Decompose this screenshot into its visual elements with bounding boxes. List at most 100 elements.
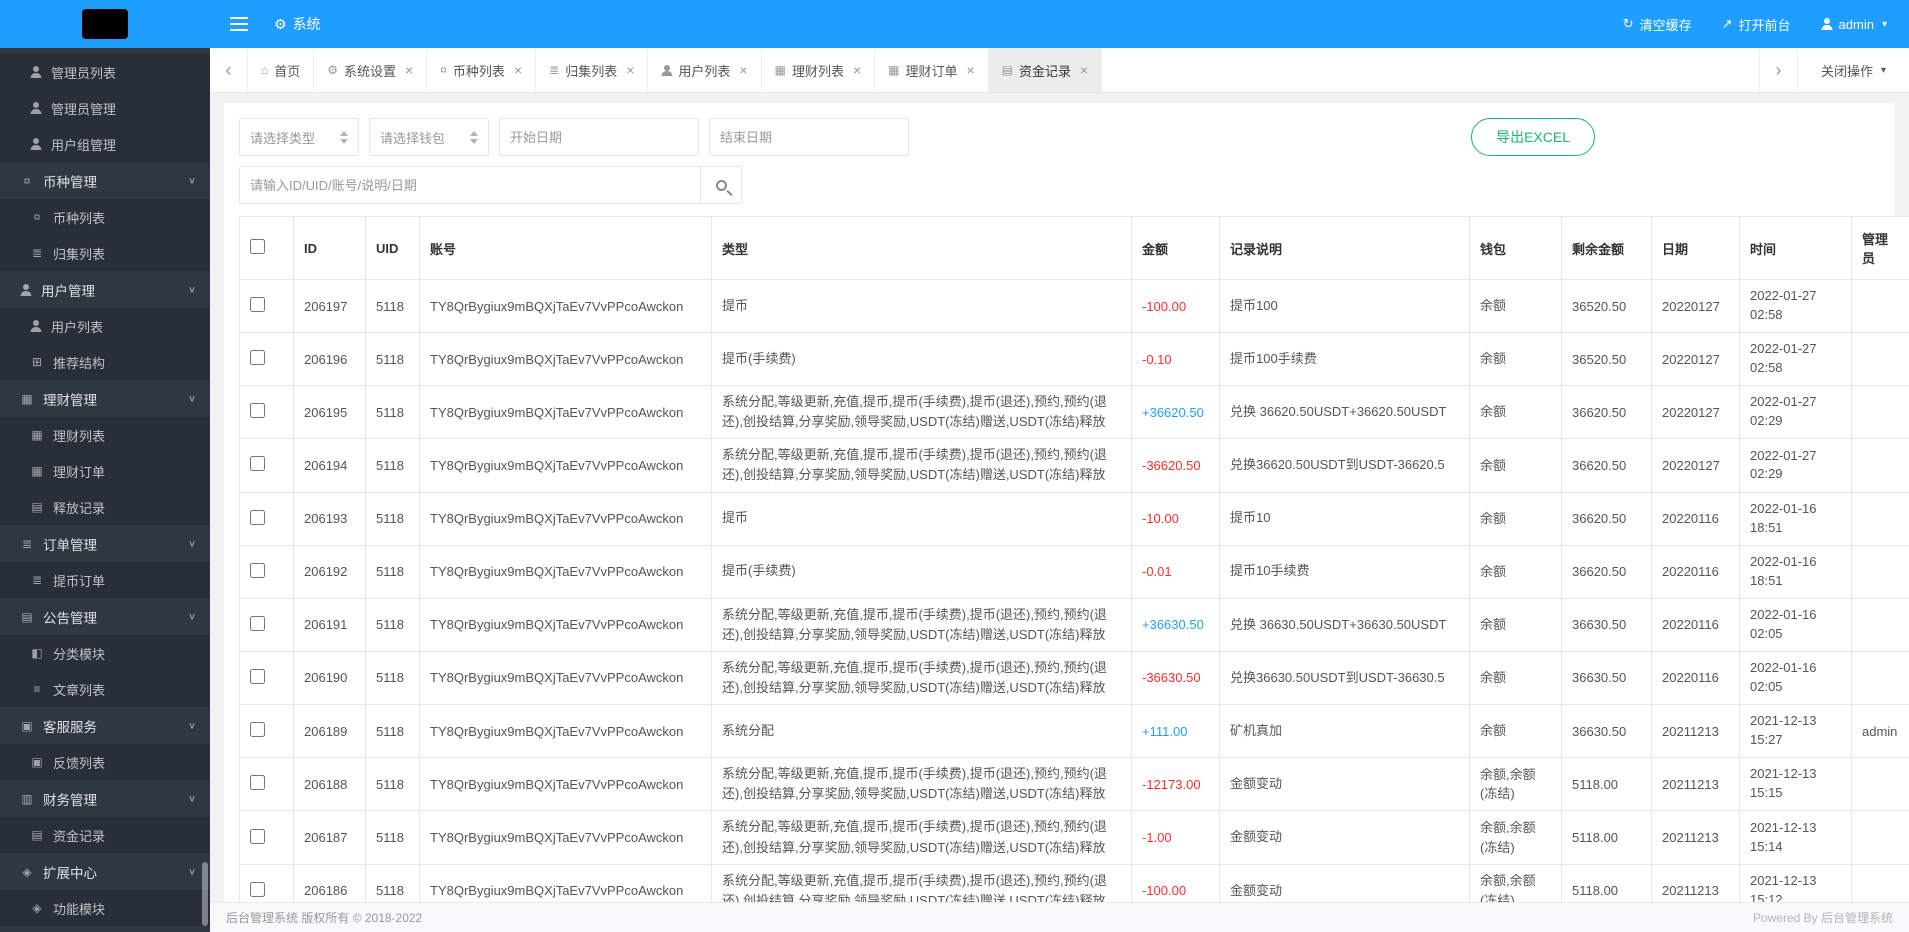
- sidebar-item[interactable]: ▤释放记录: [0, 489, 210, 525]
- sidebar-item[interactable]: ≡文章列表: [0, 671, 210, 707]
- export-excel-button[interactable]: 导出EXCEL: [1471, 118, 1595, 156]
- close-tab-icon[interactable]: ×: [405, 62, 413, 78]
- end-date-input[interactable]: [709, 118, 909, 156]
- tab[interactable]: ⌂首页: [248, 48, 314, 92]
- tab[interactable]: ▤资金记录×: [989, 48, 1103, 92]
- close-tab-icon[interactable]: ×: [853, 62, 861, 78]
- row-checkbox[interactable]: [250, 669, 265, 684]
- sidebar-group[interactable]: ▦理财管理∨: [0, 380, 210, 417]
- tab[interactable]: ▦理财列表×: [762, 48, 876, 92]
- sidebar-group[interactable]: 用户管理∨: [0, 271, 210, 308]
- chevron-down-icon: ∨: [188, 538, 196, 549]
- sidebar-item[interactable]: ⊞推荐结构: [0, 344, 210, 380]
- row-checkbox[interactable]: [250, 829, 265, 844]
- row-checkbox[interactable]: [250, 722, 265, 737]
- cell-date: 20211213: [1652, 811, 1740, 864]
- sidebar-item-label: 理财列表: [53, 426, 105, 445]
- cell-date: 20220116: [1652, 545, 1740, 598]
- hamburger-menu-icon[interactable]: [224, 11, 254, 37]
- sidebar-item[interactable]: ◧分类模块: [0, 635, 210, 671]
- tab[interactable]: ¤币种列表×: [427, 48, 536, 92]
- clear-cache-button[interactable]: ↻清空缓存: [1623, 15, 1692, 34]
- close-tab-icon[interactable]: ×: [739, 62, 747, 78]
- row-checkbox[interactable]: [250, 403, 265, 418]
- users-icon: [20, 284, 32, 296]
- cell-uid: 5118: [366, 280, 420, 333]
- logo[interactable]: [0, 0, 210, 48]
- sidebar-item[interactable]: 管理员管理: [0, 90, 210, 126]
- cell-uid: 5118: [366, 705, 420, 758]
- cell-remaining: 5118.00: [1562, 864, 1652, 902]
- sidebar-item[interactable]: 用户列表: [0, 308, 210, 344]
- sidebar-group[interactable]: ▤公告管理∨: [0, 598, 210, 635]
- sidebar-item[interactable]: ▤资金记录: [0, 817, 210, 853]
- cell-remaining: 36620.50: [1562, 439, 1652, 492]
- sidebar-item[interactable]: ▦理财订单: [0, 453, 210, 489]
- cell-desc: 兑换36620.50USDT到USDT-36620.5: [1220, 439, 1470, 492]
- tab[interactable]: ⚙系统设置×: [314, 48, 427, 92]
- tabs: ⌂首页⚙系统设置×¤币种列表×≣归集列表×用户列表×▦理财列表×▦理财订单×▤资…: [248, 48, 1102, 92]
- sidebar-group-label: 理财管理: [43, 389, 97, 409]
- cell-date: 20220127: [1652, 280, 1740, 333]
- select-all-checkbox[interactable]: [250, 239, 265, 254]
- sidebar-item[interactable]: ▣反馈列表: [0, 744, 210, 780]
- cell-admin: [1852, 598, 1909, 651]
- tab[interactable]: 用户列表×: [648, 48, 761, 92]
- close-tab-icon[interactable]: ×: [1080, 62, 1088, 78]
- close-operations-dropdown[interactable]: 关闭操作 ▾: [1797, 48, 1909, 92]
- sidebar-group[interactable]: ≣订单管理∨: [0, 525, 210, 562]
- cell-admin: [1852, 811, 1909, 864]
- sidebar-scrollbar[interactable]: [202, 862, 208, 926]
- search-input[interactable]: [239, 166, 701, 204]
- tab[interactable]: ≣归集列表×: [536, 48, 648, 92]
- sidebar-item[interactable]: ≣归集列表: [0, 235, 210, 271]
- cell-type: 提币: [712, 280, 1132, 333]
- cell-amount: -36630.50: [1132, 651, 1220, 704]
- close-tab-icon[interactable]: ×: [967, 62, 975, 78]
- sidebar-item-label: 管理员列表: [51, 63, 116, 82]
- row-checkbox[interactable]: [250, 297, 265, 312]
- row-checkbox[interactable]: [250, 510, 265, 525]
- cell-wallet: 余额: [1470, 492, 1562, 545]
- tab[interactable]: ▦理财订单×: [875, 48, 989, 92]
- row-checkbox[interactable]: [250, 616, 265, 631]
- sidebar-item[interactable]: ◈功能模块: [0, 890, 210, 926]
- admin-dropdown[interactable]: admin▾: [1821, 17, 1887, 32]
- tabs-scroll-right-button[interactable]: ›: [1759, 48, 1797, 92]
- sidebar-group[interactable]: ◈扩展中心∨: [0, 853, 210, 890]
- sidebar-item[interactable]: ≣提币订单: [0, 562, 210, 598]
- caret-down-icon: ▾: [1882, 19, 1887, 30]
- cell-wallet: 余额,余额(冻结): [1470, 811, 1562, 864]
- row-checkbox[interactable]: [250, 350, 265, 365]
- chevron-right-icon: ›: [1776, 60, 1782, 81]
- close-tab-icon[interactable]: ×: [626, 62, 634, 78]
- tabs-scroll-left-button[interactable]: ‹: [210, 48, 248, 92]
- grid-icon: ▦: [888, 63, 899, 77]
- sidebar-group[interactable]: ¤币种管理∨: [0, 162, 210, 199]
- topbar-system-menu[interactable]: ⚙ 系统: [274, 14, 321, 34]
- row-checkbox[interactable]: [250, 882, 265, 897]
- close-tab-icon[interactable]: ×: [514, 62, 522, 78]
- wallet-select[interactable]: 请选择钱包: [369, 118, 489, 156]
- sidebar-item-label: 推荐结构: [53, 353, 105, 372]
- admin-manage-icon: [30, 102, 42, 114]
- sidebar-item[interactable]: 用户组管理: [0, 126, 210, 162]
- caret-down-icon: ▾: [1881, 65, 1886, 76]
- type-select[interactable]: 请选择类型: [239, 118, 359, 156]
- sidebar-item[interactable]: ▦理财列表: [0, 417, 210, 453]
- module-icon: ◈: [30, 901, 44, 915]
- cell-account: TY8QrBygiux9mBQXjTaEv7VvPPcoAwckon: [420, 705, 712, 758]
- sidebar-item[interactable]: 管理员列表: [0, 54, 210, 90]
- start-date-input[interactable]: [499, 118, 699, 156]
- row-checkbox[interactable]: [250, 456, 265, 471]
- chevron-down-icon: ∨: [188, 611, 196, 622]
- row-checkbox[interactable]: [250, 775, 265, 790]
- sidebar-group-children: ▦理财列表▦理财订单▤释放记录: [0, 417, 210, 525]
- user-icon: [1821, 18, 1833, 30]
- search-button[interactable]: [700, 166, 742, 204]
- sidebar-item[interactable]: ¤币种列表: [0, 199, 210, 235]
- sidebar-group[interactable]: ▥财务管理∨: [0, 780, 210, 817]
- open-frontend-button[interactable]: ↗打开前台: [1722, 15, 1791, 34]
- sidebar-group[interactable]: ▣客服服务∨: [0, 707, 210, 744]
- row-checkbox[interactable]: [250, 563, 265, 578]
